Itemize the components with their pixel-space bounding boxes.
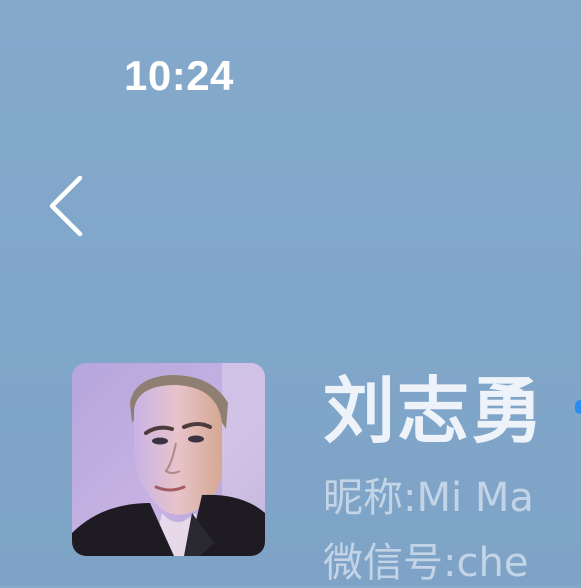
back-button[interactable]: [44, 170, 94, 242]
nickname-label: 昵称: [323, 475, 403, 521]
chevron-left-icon: [49, 175, 83, 237]
avatar-image: [72, 363, 265, 556]
wechat-id-line: 微信号:che: [323, 530, 528, 588]
profile-name: 刘志勇: [323, 369, 546, 453]
nickname-value: Mi Ma: [416, 475, 534, 521]
wechat-id-separator: :: [443, 540, 457, 586]
wechat-id-value: che: [456, 540, 529, 586]
wechat-id-label: 微信号: [323, 540, 443, 586]
nickname-line: 昵称:Mi Ma: [323, 465, 534, 523]
accent-marker: [575, 400, 581, 414]
nickname-separator: :: [403, 475, 417, 521]
status-bar-time: 10:24: [124, 52, 234, 99]
avatar[interactable]: [72, 363, 265, 556]
